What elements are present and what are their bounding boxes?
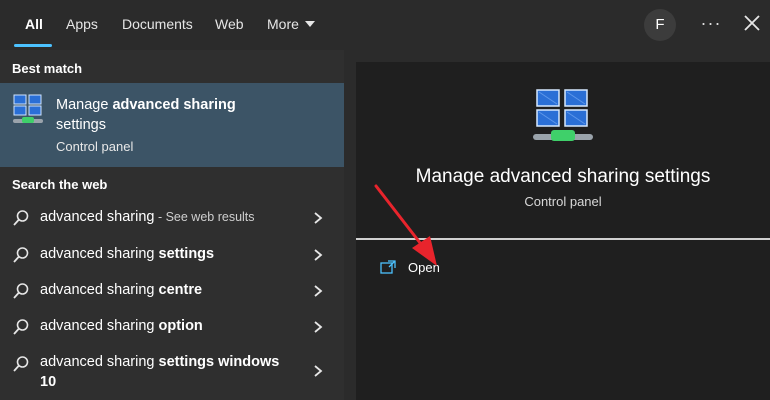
best-match-title: Manage advanced sharing settings [56,95,316,135]
network-computers-icon [13,94,43,123]
web-result-text: advanced sharing - See web results [40,209,255,225]
best-match-title-suffix: settings [56,117,106,133]
detail-subtitle: Control panel [524,194,602,209]
search-icon [13,247,29,263]
chevron-right-icon [314,285,323,297]
search-web-header: Search the web [12,177,108,192]
best-match-result[interactable]: Manage advanced sharing settings Control… [0,83,344,167]
open-label: Open [408,260,440,275]
chevron-right-icon [314,321,323,333]
open-action[interactable]: Open [376,256,496,282]
search-icon [13,210,29,226]
web-result-bold: settings [158,246,215,262]
active-tab-indicator [14,44,52,47]
search-icon [13,356,29,372]
more-options-icon[interactable]: ··· [698,12,724,38]
tab-apps[interactable]: Apps [66,0,98,50]
web-result-text: advanced sharing settings [40,246,214,262]
web-result-prefix: advanced sharing [40,354,159,370]
best-match-header: Best match [12,61,83,76]
tab-documents[interactable]: Documents [122,0,193,50]
open-external-icon [380,260,396,274]
web-result-item[interactable]: advanced sharing centre [0,273,344,309]
results-pane: Best match Manage advanced sharing setti… [0,50,344,400]
web-result-item[interactable]: advanced sharing settings [0,237,344,273]
user-avatar[interactable]: F [644,9,676,41]
web-result-bold: option [158,318,203,334]
network-computers-icon [533,89,593,141]
web-result-line2: 10 [40,374,57,390]
divider [356,238,770,240]
tab-all[interactable]: All [25,0,43,50]
web-result-text: advanced sharing settings windows 10 [40,352,279,392]
caret-down-icon [304,21,315,27]
details-pane: Manage advanced sharing settings Control… [344,50,770,400]
search-icon [13,283,29,299]
web-result-text: advanced sharing centre [40,282,202,298]
web-result-bold: centre [158,282,203,298]
web-result-item[interactable]: advanced sharing settings windows 10 [0,346,344,400]
chevron-right-icon [314,365,323,377]
web-result-bold: settings windows [158,354,280,370]
detail-title: Manage advanced sharing settings [415,166,711,187]
tab-web[interactable]: Web [215,0,244,50]
web-result-prefix: advanced sharing [40,246,159,262]
web-result-item[interactable]: advanced sharing - See web results [0,200,344,236]
web-result-item[interactable]: advanced sharing option [0,309,344,345]
web-result-suffix: - See web results [154,210,255,224]
details-card: Manage advanced sharing settings Control… [356,62,770,400]
web-result-prefix: advanced sharing [40,209,155,225]
best-match-subtitle: Control panel [56,139,134,154]
best-match-title-bold: advanced sharing [112,97,236,113]
search-icon [13,319,29,335]
tab-more-label: More [267,16,299,32]
close-icon[interactable] [741,12,763,34]
chevron-right-icon [314,212,323,224]
chevron-right-icon [314,249,323,261]
web-result-prefix: advanced sharing [40,282,159,298]
search-tabs-bar: All Apps Documents Web More F ··· [0,0,770,50]
tab-more[interactable]: More [267,0,315,50]
web-result-prefix: advanced sharing [40,318,159,334]
web-result-text: advanced sharing option [40,318,203,334]
best-match-title-prefix: Manage [56,97,113,113]
